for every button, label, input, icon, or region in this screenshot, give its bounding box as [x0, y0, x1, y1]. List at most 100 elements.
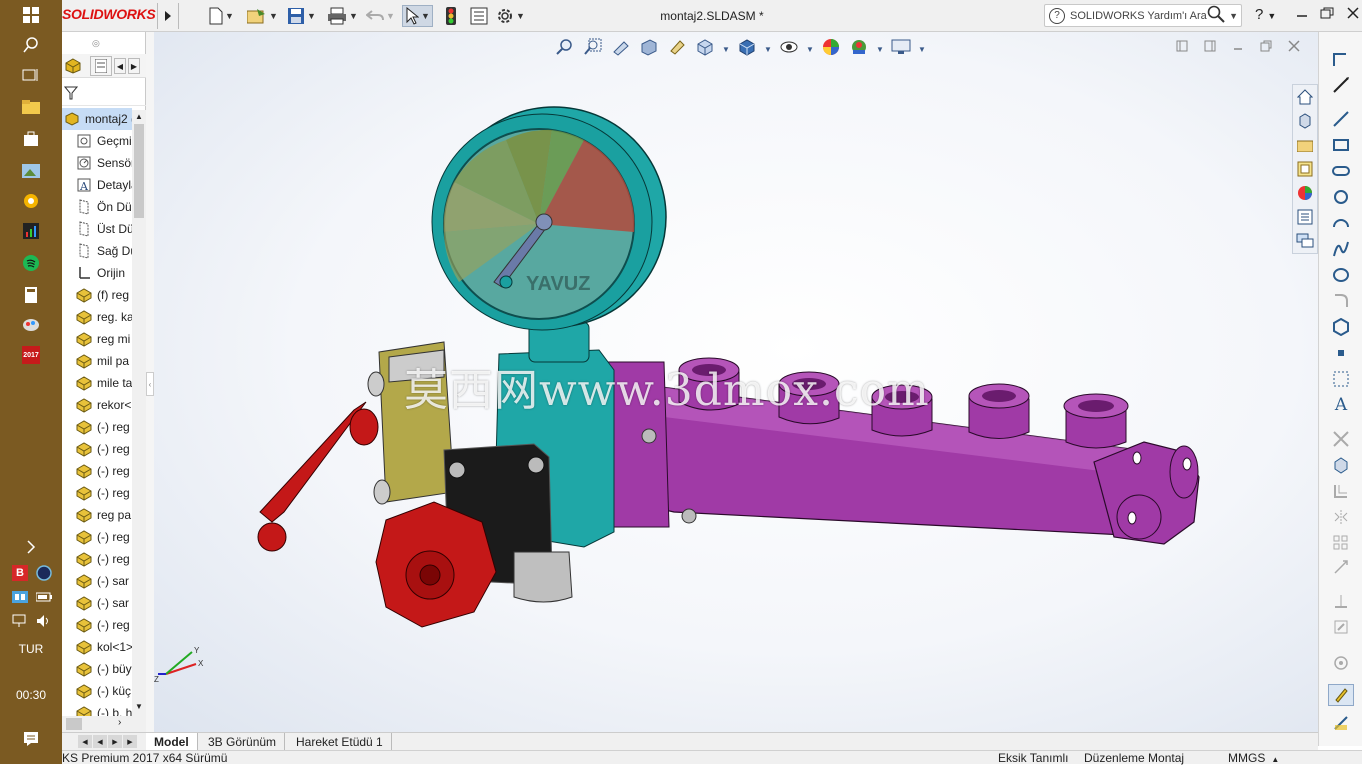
slot-icon[interactable]	[1328, 160, 1354, 182]
sketch-icon[interactable]	[1328, 48, 1354, 70]
collapse-panel-icon[interactable]: ‹	[146, 372, 154, 396]
search-icon[interactable]	[16, 34, 46, 56]
battery-icon[interactable]	[34, 586, 54, 608]
tree-vertical-scrollbar[interactable]: ▲ ▼	[132, 110, 146, 716]
olive-bolt[interactable]	[373, 479, 391, 505]
tab-3d-view[interactable]: 3B Görünüm	[200, 733, 286, 750]
language-indicator[interactable]: TUR	[0, 642, 62, 656]
tree-item[interactable]: reg pa	[62, 504, 132, 526]
notification-center-icon[interactable]	[16, 728, 46, 750]
coordinate-triad[interactable]: X Y Z	[154, 644, 214, 684]
lever-handle[interactable]	[259, 401, 367, 523]
help-search-box[interactable]: ? SOLIDWORKS Yardım'ı Ara ▼	[1044, 4, 1242, 27]
tree-item[interactable]: (-) reg	[62, 614, 132, 636]
feature-manager-tab[interactable]	[62, 56, 84, 76]
tree-item[interactable]: (-) reg	[62, 438, 132, 460]
tree-item[interactable]: Ön Düzlem	[62, 196, 132, 218]
tree-item[interactable]: kol<1>	[62, 636, 132, 658]
tree-item[interactable]: (-) sar	[62, 592, 132, 614]
solidworks-logo[interactable]: SOLIDWORKS	[62, 6, 156, 26]
tree-hscroll-thumb[interactable]	[66, 718, 82, 730]
tree-item[interactable]: Geçmiş	[62, 130, 132, 152]
point-icon[interactable]	[1328, 342, 1354, 364]
file-properties-icon[interactable]	[470, 5, 488, 27]
tree-item[interactable]: rekor<	[62, 394, 132, 416]
spotify-icon[interactable]	[16, 252, 46, 274]
tab-model[interactable]: Model	[146, 733, 198, 750]
tree-item[interactable]: (-) sar	[62, 570, 132, 592]
close-button[interactable]	[1347, 6, 1359, 22]
tree-item[interactable]: Üst Düzlem	[62, 218, 132, 240]
rapid-sketch-icon[interactable]	[1328, 684, 1354, 706]
smart-dimension-icon[interactable]	[1328, 74, 1354, 96]
calculator-icon[interactable]	[16, 284, 46, 306]
spline-icon[interactable]	[1328, 238, 1354, 260]
fillet-icon[interactable]	[1328, 290, 1354, 312]
tree-item[interactable]: (-) reg	[62, 482, 132, 504]
graphics-viewport[interactable]: ▼ ▼ ▼ ▼ ▼ YAVUZ 莫西网www.3dmox.com X Y Z	[154, 32, 1318, 736]
tree-item[interactable]: (-) reg	[62, 548, 132, 570]
line-icon[interactable]	[1328, 108, 1354, 130]
tree-filter[interactable]	[62, 82, 146, 106]
tree-item[interactable]: (-) büy	[62, 658, 132, 680]
pressure-gauge[interactable]: YAVUZ	[431, 106, 667, 331]
repair-sketch-icon[interactable]	[1328, 616, 1354, 638]
photos-icon[interactable]	[16, 160, 46, 182]
solidworks-taskbar-icon[interactable]: 2017	[16, 344, 46, 366]
new-document-icon[interactable]: ▼	[209, 5, 234, 27]
save-icon[interactable]: ▼	[287, 5, 316, 27]
instant-2d-icon[interactable]	[1328, 712, 1354, 734]
polygon-icon[interactable]	[1328, 316, 1354, 338]
circle-icon[interactable]	[1328, 186, 1354, 208]
task-view-icon[interactable]	[16, 64, 46, 86]
undo-icon[interactable]: ▼	[366, 5, 395, 27]
network-icon[interactable]	[10, 610, 30, 632]
first-tab-icon[interactable]: ◀	[78, 735, 92, 748]
open-file-icon[interactable]: ▼	[247, 5, 278, 27]
tray-b-icon[interactable]: B	[10, 562, 30, 584]
help-dropdown-arrow-icon[interactable]: ▼	[1229, 11, 1238, 21]
property-manager-tab[interactable]	[90, 56, 112, 76]
tree-item[interactable]: A Detaylar	[62, 174, 132, 196]
tree-item[interactable]: mil pa	[62, 350, 132, 372]
ellipse-icon[interactable]	[1328, 264, 1354, 286]
next-tab-icon[interactable]: ▶	[108, 735, 122, 748]
tray-app-icon[interactable]	[10, 586, 30, 608]
panel-grip-icon[interactable]: ◎	[92, 38, 100, 49]
filter-icon[interactable]	[63, 86, 79, 103]
menu-expand-arrow[interactable]	[157, 3, 179, 29]
clock[interactable]: 00:30	[0, 688, 62, 702]
chrome-icon[interactable]	[16, 190, 46, 212]
help-button[interactable]: ? ▼	[1255, 6, 1276, 23]
select-icon[interactable]: ▼	[402, 5, 433, 27]
store-icon[interactable]	[16, 128, 46, 150]
tree-item[interactable]: (-) reg	[62, 460, 132, 482]
tree-scroll-thumb[interactable]	[134, 124, 144, 218]
tab-scroll-left-icon[interactable]: ◀	[114, 58, 126, 74]
handle-pivot[interactable]	[349, 408, 379, 446]
tab-scroll-right-icon[interactable]: ▶	[128, 58, 140, 74]
linear-pattern-icon[interactable]	[1328, 532, 1354, 554]
panel-splitter[interactable]: ‹	[146, 32, 154, 736]
flange-bolt[interactable]	[681, 508, 697, 524]
arc-icon[interactable]	[1328, 212, 1354, 234]
monitor-app-icon[interactable]	[16, 220, 46, 242]
quick-snaps-icon[interactable]	[1328, 652, 1354, 674]
hscroll-right-icon[interactable]: ›	[118, 717, 121, 728]
move-entities-icon[interactable]	[1328, 556, 1354, 578]
tree-item[interactable]: reg mi	[62, 328, 132, 350]
minimize-button[interactable]	[1296, 6, 1308, 22]
tree-item[interactable]: Sağ Düzlem	[62, 240, 132, 262]
status-units[interactable]: MMGS ▲	[1228, 751, 1279, 767]
chevron-right-icon[interactable]	[16, 536, 46, 558]
tree-item[interactable]: (f) reg	[62, 284, 132, 306]
outlet-fitting[interactable]	[513, 551, 573, 603]
volume-icon[interactable]	[34, 610, 54, 632]
olive-bolt[interactable]	[367, 371, 385, 397]
print-icon[interactable]: ▼	[327, 5, 358, 27]
last-tab-icon[interactable]: ▶	[123, 735, 137, 748]
rectangle-icon[interactable]	[1328, 134, 1354, 156]
trim-icon[interactable]	[1328, 428, 1354, 450]
convert-entities-icon[interactable]	[1328, 454, 1354, 476]
tree-item[interactable]: mile ta	[62, 372, 132, 394]
